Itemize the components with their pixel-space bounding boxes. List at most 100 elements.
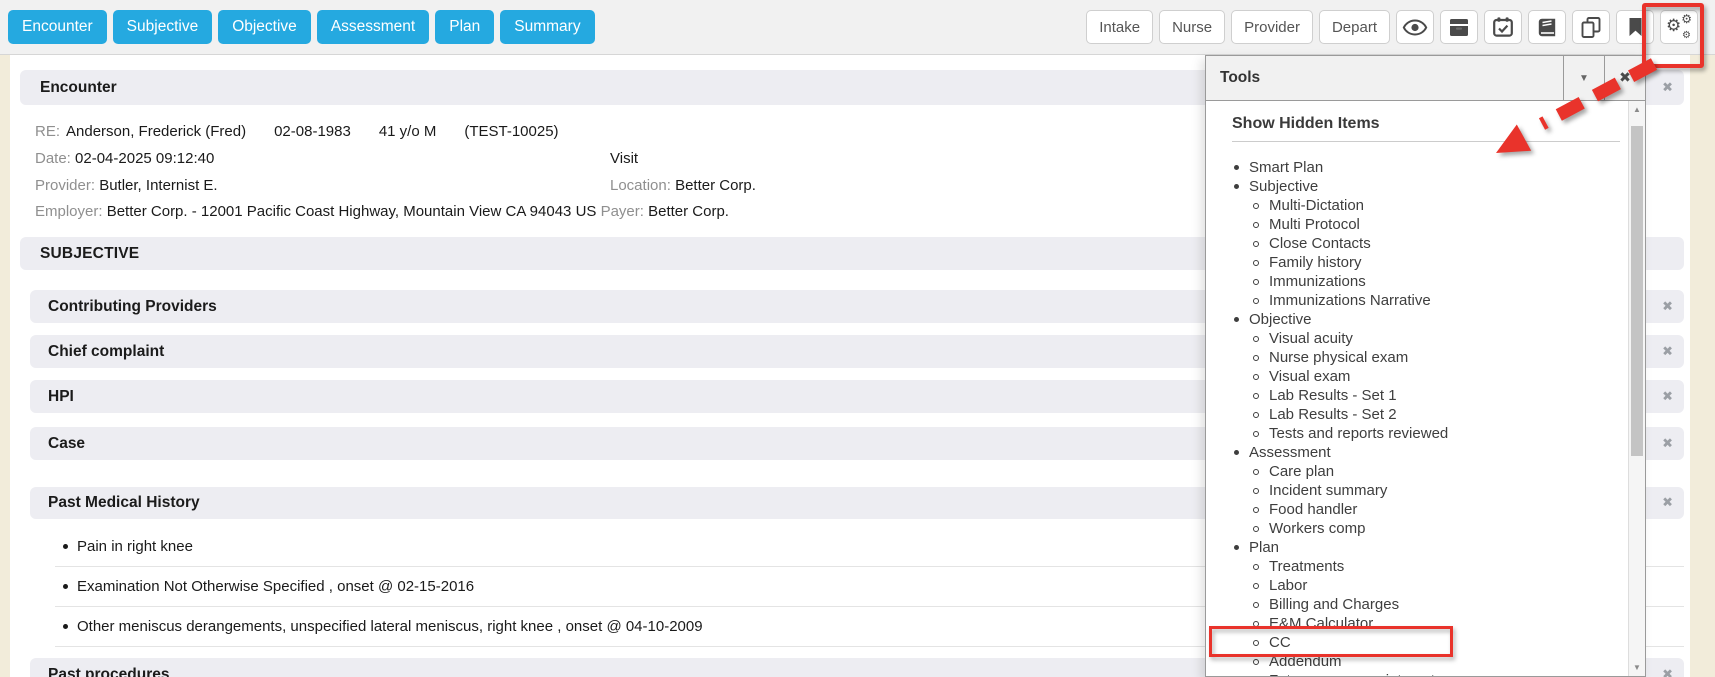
tools-item-visual-acuity[interactable]: Visual acuity [1206,329,1628,348]
tools-item-food-handler[interactable]: Food handler [1206,500,1628,519]
gears-button[interactable]: ⚙⚙⚙ [1660,10,1698,44]
eye-button[interactable] [1396,10,1434,44]
tools-item-care-plan[interactable]: Care plan [1206,462,1628,481]
tools-item-addendum[interactable]: Addendum [1206,652,1628,671]
tools-item-immunizations[interactable]: Immunizations [1206,272,1628,291]
gears-icon: ⚙⚙⚙ [1667,16,1691,38]
scroll-down-icon[interactable]: ▼ [1629,663,1645,672]
top-toolbar: EncounterSubjectiveObjectiveAssessmentPl… [0,0,1715,55]
subjective-title: SUBJECTIVE [40,245,139,263]
tools-item-multi-dictation[interactable]: Multi-Dictation [1206,196,1628,215]
tools-item-immunizations-narrative[interactable]: Immunizations Narrative [1206,291,1628,310]
tools-item-future-case-appointments[interactable]: Future case appointments [1206,671,1628,676]
date-line: Date: 02-04-2025 09:12:40 Visit [35,150,214,167]
nav-button-assessment[interactable]: Assessment [317,10,429,44]
stage-button-group: IntakeNurseProviderDepart [1086,10,1390,44]
section-title: Case [48,435,85,453]
close-icon[interactable]: ✖ [1662,80,1673,95]
tools-item-assessment[interactable]: Assessment [1206,443,1628,462]
calendar-check-icon [1493,17,1513,37]
provider-line: Provider: Butler, Internist E. Location:… [35,177,218,194]
page-margin-right [1690,55,1715,677]
tools-item-subjective[interactable]: Subjective [1206,177,1628,196]
hidden-items-tree: Smart PlanSubjectiveMulti-DictationMulti… [1206,158,1628,676]
bookmark-button[interactable] [1616,10,1654,44]
tools-item-labor[interactable]: Labor [1206,576,1628,595]
tools-scrollbar[interactable]: ▲ ▼ [1628,101,1645,676]
tools-item-incident-summary[interactable]: Incident summary [1206,481,1628,500]
book-icon [1537,18,1557,37]
payer-label: Payer: [601,203,644,220]
date-label: Date: [35,150,71,167]
nav-button-plan[interactable]: Plan [435,10,494,44]
tools-close-button[interactable]: ✖ [1604,56,1645,100]
stage-button-depart[interactable]: Depart [1319,10,1390,44]
employer-value: Better Corp. - 12001 Pacific Coast Highw… [107,203,597,220]
nav-button-summary[interactable]: Summary [500,10,594,44]
tools-item-multi-protocol[interactable]: Multi Protocol [1206,215,1628,234]
tools-item-visual-exam[interactable]: Visual exam [1206,367,1628,386]
section-title: Contributing Providers [48,298,217,316]
divider [1232,141,1620,142]
encounter-date: 02-04-2025 09:12:40 [75,150,214,167]
tools-panel-title: Tools [1206,56,1563,100]
tools-item-family-history[interactable]: Family history [1206,253,1628,272]
tools-item-workers-comp[interactable]: Workers comp [1206,519,1628,538]
tools-item-billing-and-charges[interactable]: Billing and Charges [1206,595,1628,614]
past-procedures-title: Past procedures [48,666,169,677]
section-title: HPI [48,388,74,406]
tools-item-e-m-calculator[interactable]: E&M Calculator [1206,614,1628,633]
tools-item-nurse-physical-exam[interactable]: Nurse physical exam [1206,348,1628,367]
encounter-title: Encounter [40,79,117,97]
close-icon: ✖ [1619,70,1631,86]
stage-button-intake[interactable]: Intake [1086,10,1153,44]
close-icon[interactable]: ✖ [1662,496,1673,511]
nav-button-subjective[interactable]: Subjective [113,10,213,44]
location-wrap: Location: Better Corp. [610,177,756,194]
scroll-up-icon[interactable]: ▲ [1629,105,1645,114]
tools-item-lab-results-set-2[interactable]: Lab Results - Set 2 [1206,405,1628,424]
toolbar-right-group: IntakeNurseProviderDepart ⚙⚙⚙ [1086,10,1698,44]
tools-item-treatments[interactable]: Treatments [1206,557,1628,576]
close-icon[interactable]: ✖ [1662,667,1673,677]
scrollbar-thumb[interactable] [1631,126,1643,456]
book-button[interactable] [1528,10,1566,44]
bookmark-icon [1628,17,1643,37]
tools-collapse-button[interactable]: ▼ [1563,56,1604,100]
location-value: Better Corp. [675,177,756,194]
page-margin-left [0,55,10,677]
nav-button-encounter[interactable]: Encounter [8,10,107,44]
tools-item-smart-plan[interactable]: Smart Plan [1206,158,1628,177]
tools-item-cc[interactable]: CC [1206,633,1628,652]
tools-item-close-contacts[interactable]: Close Contacts [1206,234,1628,253]
re-label: RE: [35,123,60,140]
stage-button-provider[interactable]: Provider [1231,10,1313,44]
tools-item-tests-and-reports-reviewed[interactable]: Tests and reports reviewed [1206,424,1628,443]
nav-button-objective[interactable]: Objective [218,10,311,44]
chevron-down-icon: ▼ [1579,73,1589,84]
close-icon[interactable]: ✖ [1662,436,1673,451]
tools-item-objective[interactable]: Objective [1206,310,1628,329]
stage-button-nurse[interactable]: Nurse [1159,10,1225,44]
close-icon[interactable]: ✖ [1662,389,1673,404]
tools-panel-header: Tools ▼ ✖ [1206,56,1645,101]
ehr-encounter-page: EncounterSubjectiveObjectiveAssessmentPl… [0,0,1715,677]
tools-panel-body: Show Hidden Items Smart PlanSubjectiveMu… [1206,101,1628,676]
payer-value: Better Corp. [648,203,729,220]
icon-button-group: ⚙⚙⚙ [1396,10,1698,44]
copy-button[interactable] [1572,10,1610,44]
calendar-check-button[interactable] [1484,10,1522,44]
tools-item-lab-results-set-1[interactable]: Lab Results - Set 1 [1206,386,1628,405]
provider-name: Butler, Internist E. [99,177,217,194]
copy-icon [1581,17,1601,38]
archive-button[interactable] [1440,10,1478,44]
patient-dob: 02-08-1983 [274,123,351,140]
close-icon[interactable]: ✖ [1662,344,1673,359]
tools-panel: Tools ▼ ✖ Show Hidden Items Smart PlanSu… [1205,55,1646,677]
tools-item-plan[interactable]: Plan [1206,538,1628,557]
employer-label: Employer: [35,203,103,220]
archive-icon [1449,18,1469,37]
patient-name: Anderson, Frederick (Fred) [66,123,246,140]
close-icon[interactable]: ✖ [1662,299,1673,314]
pmh-title: Past Medical History [48,494,200,512]
